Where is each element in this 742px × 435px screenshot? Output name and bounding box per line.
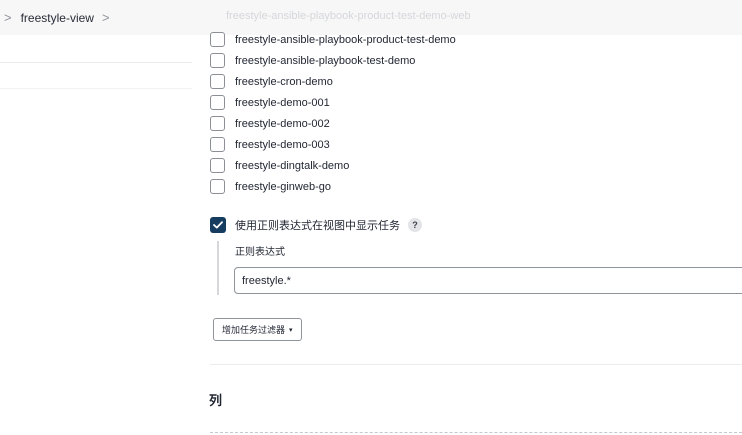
columns-drop-zone [210,432,742,433]
job-name: freestyle-demo-001 [235,96,330,109]
job-row[interactable]: freestyle-dingtalk-demo [210,155,456,176]
job-checkbox[interactable] [210,74,225,89]
checkmark-icon [213,221,223,229]
breadcrumb-chevron-icon[interactable]: > [102,10,110,25]
sidebar-divider [0,88,192,89]
job-name: freestyle-dingtalk-demo [235,159,350,172]
job-row[interactable]: freestyle-ansible-playbook-product-test-… [210,29,456,50]
job-row[interactable]: freestyle-demo-001 [210,92,456,113]
nested-section-indicator [217,241,219,295]
job-checkbox[interactable] [210,179,225,194]
page: > freestyle-view > freestyle-ansible-pla… [0,0,742,435]
job-row[interactable]: freestyle-demo-003 [210,134,456,155]
regex-filter-checkbox[interactable] [210,217,226,233]
job-row[interactable]: freestyle-cron-demo [210,71,456,92]
job-name: freestyle-cron-demo [235,75,333,88]
add-job-filter-label: 增加任务过滤器 [222,325,286,335]
scrolled-job-row: freestyle-ansible-playbook-product-test-… [226,10,471,22]
sidebar-divider [0,62,192,63]
regex-field-label: 正则表达式 [235,247,285,258]
regex-filter-option: 使用正则表达式在视图中显示任务 ? [210,217,422,233]
job-name: freestyle-demo-003 [235,138,330,151]
add-job-filter-button[interactable]: 增加任务过滤器 ▾ [213,318,302,341]
breadcrumb-item-freestyle-view[interactable]: freestyle-view [21,11,94,25]
job-checkbox[interactable] [210,95,225,110]
job-checkbox[interactable] [210,137,225,152]
job-checkbox[interactable] [210,158,225,173]
columns-section-heading: 列 [209,393,223,408]
job-name: freestyle-ansible-playbook-test-demo [235,54,416,67]
job-name: freestyle-ginweb-go [235,180,331,193]
breadcrumb-separator-icon: > [4,10,12,25]
job-name: freestyle-ansible-playbook-product-test-… [235,33,456,46]
job-row[interactable]: freestyle-ansible-playbook-test-demo [210,50,456,71]
job-checkbox[interactable] [210,116,225,131]
job-name: freestyle-demo-002 [235,117,330,130]
job-checkbox[interactable] [210,53,225,68]
regex-filter-label: 使用正则表达式在视图中显示任务 [235,220,400,232]
regex-input[interactable] [234,267,742,294]
section-divider [210,364,742,365]
job-row[interactable]: freestyle-ginweb-go [210,176,456,197]
job-checkbox[interactable] [210,32,225,47]
job-row[interactable]: freestyle-demo-002 [210,113,456,134]
chevron-down-icon: ▾ [289,326,293,334]
help-icon[interactable]: ? [408,218,422,232]
job-checklist: freestyle-ansible-playbook-product-test-… [210,29,456,197]
